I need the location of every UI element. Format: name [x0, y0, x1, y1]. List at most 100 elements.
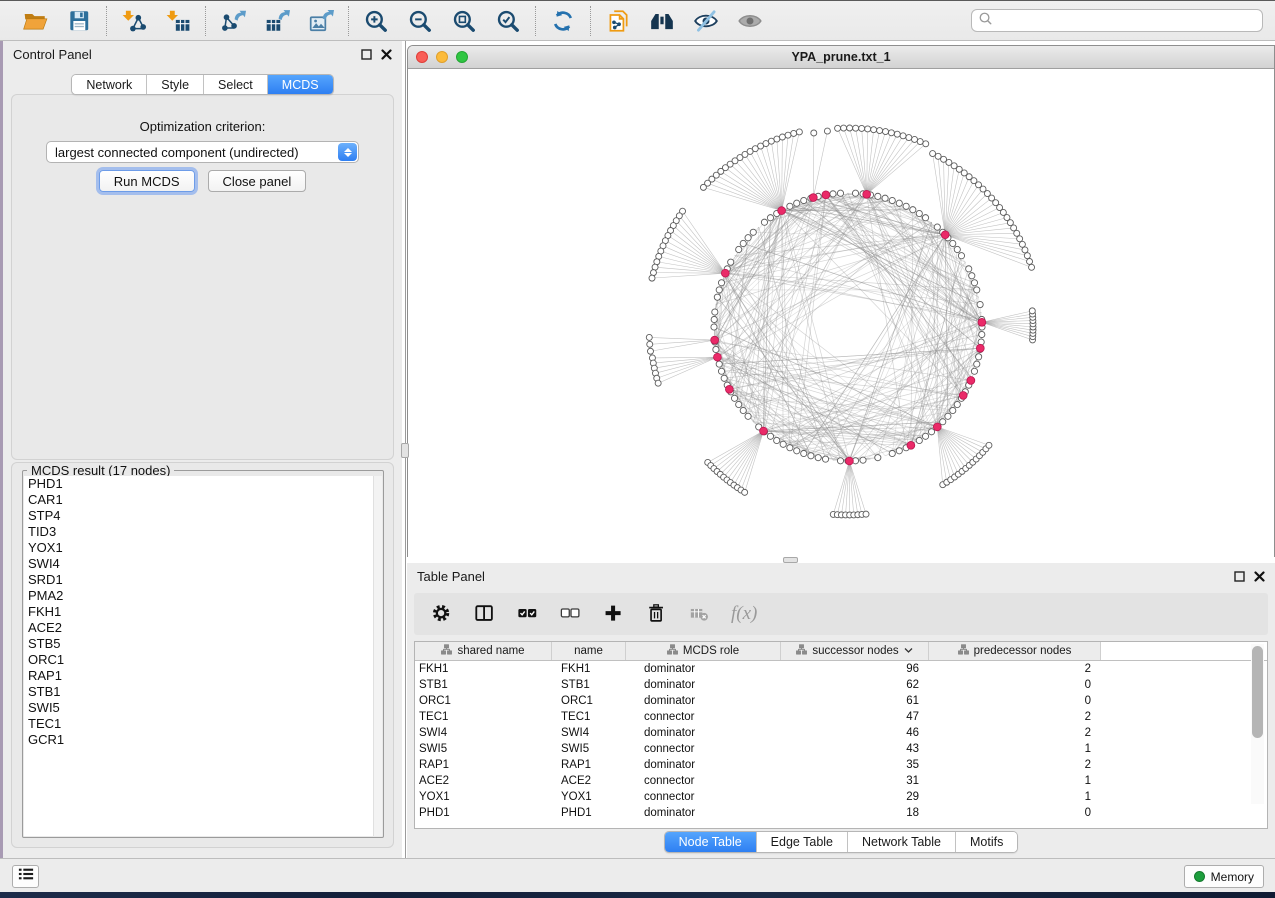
search-network-icon[interactable] [648, 7, 676, 35]
table-row[interactable]: TEC1TEC1connector472 [415, 709, 1267, 725]
save-icon[interactable] [65, 7, 93, 35]
export-table-icon[interactable] [263, 7, 291, 35]
zoom-selected-icon[interactable] [494, 7, 522, 35]
cell-predecessor-nodes: 2 [929, 663, 1101, 675]
result-node[interactable]: PMA2 [24, 588, 382, 604]
table-row[interactable]: ACE2ACE2connector311 [415, 773, 1267, 789]
task-history-button[interactable] [12, 865, 39, 888]
cell-shared-name: ORC1 [415, 695, 552, 707]
close-panel-icon[interactable] [1254, 571, 1265, 582]
status-bar: Memory [0, 858, 1275, 892]
result-node[interactable]: ORC1 [24, 652, 382, 668]
network-column-icon [796, 644, 807, 658]
cell-MCDS-role: connector [626, 791, 781, 803]
table-row[interactable]: FKH1FKH1dominator962 [415, 661, 1267, 677]
column-header-shared-name[interactable]: shared name [415, 642, 552, 660]
result-node[interactable]: FKH1 [24, 604, 382, 620]
tab-node-table[interactable]: Node Table [665, 832, 757, 852]
hide-selected-icon[interactable] [692, 7, 720, 35]
mcds-result-list[interactable]: PHD1CAR1STP4TID3YOX1SWI4SRD1PMA2FKH1ACE2… [24, 476, 382, 836]
result-node[interactable]: CAR1 [24, 492, 382, 508]
zoom-in-icon[interactable] [362, 7, 390, 35]
table-row[interactable]: YOX1YOX1connector291 [415, 789, 1267, 805]
close-panel-icon[interactable] [381, 49, 392, 60]
search-icon [978, 11, 993, 31]
table-row[interactable]: STB1STB1dominator620 [415, 677, 1267, 693]
tab-motifs[interactable]: Motifs [956, 832, 1017, 852]
close-panel-button[interactable]: Close panel [208, 170, 307, 192]
tab-edge-table[interactable]: Edge Table [757, 832, 848, 852]
import-network-icon[interactable] [120, 7, 148, 35]
export-network-icon[interactable] [219, 7, 247, 35]
optimization-criterion-select[interactable]: largest connected component (undirected) [46, 141, 359, 163]
memory-button[interactable]: Memory [1184, 865, 1264, 888]
table-row[interactable]: RAP1RAP1dominator352 [415, 757, 1267, 773]
zoom-out-icon[interactable] [406, 7, 434, 35]
cell-successor-nodes: 43 [781, 743, 929, 755]
table-row[interactable]: SWI4SWI4dominator462 [415, 725, 1267, 741]
splitter-grip[interactable] [401, 443, 409, 458]
cell-successor-nodes: 47 [781, 711, 929, 723]
table-row[interactable]: ORC1ORC1dominator610 [415, 693, 1267, 709]
result-node[interactable]: STB5 [24, 636, 382, 652]
cell-shared-name: SWI5 [415, 743, 552, 755]
export-image-icon[interactable] [307, 7, 335, 35]
result-node[interactable]: SWI4 [24, 556, 382, 572]
import-table-icon[interactable] [164, 7, 192, 35]
search-input[interactable] [997, 14, 1256, 28]
network-window-titlebar[interactable]: YPA_prune.txt_1 [408, 46, 1274, 69]
cell-MCDS-role: dominator [626, 807, 781, 819]
run-mcds-button[interactable]: Run MCDS [99, 170, 195, 192]
column-header-name[interactable]: name [552, 642, 626, 660]
result-node[interactable]: GCR1 [24, 732, 382, 748]
result-node[interactable]: SWI5 [24, 700, 382, 716]
zoom-fit-icon[interactable] [450, 7, 478, 35]
column-header-successor-nodes[interactable]: successor nodes [781, 642, 929, 660]
result-node[interactable]: PHD1 [24, 476, 382, 492]
cell-predecessor-nodes: 1 [929, 791, 1101, 803]
result-node[interactable]: STP4 [24, 508, 382, 524]
open-folder-icon[interactable] [21, 7, 49, 35]
result-node[interactable]: RAP1 [24, 668, 382, 684]
mcds-result-card: MCDS result (17 nodes) PHD1CAR1STP4TID3Y… [11, 462, 394, 848]
result-node[interactable]: STB1 [24, 684, 382, 700]
result-node[interactable]: SRD1 [24, 572, 382, 588]
search-box[interactable] [971, 9, 1263, 32]
add-column-icon[interactable] [602, 602, 626, 626]
result-node[interactable]: YOX1 [24, 540, 382, 556]
split-columns-icon[interactable] [473, 602, 497, 626]
float-panel-icon[interactable] [361, 49, 372, 60]
table-scrollbar[interactable] [1251, 644, 1264, 804]
column-header-MCDS-role[interactable]: MCDS role [626, 642, 781, 660]
table-row[interactable]: PHD1PHD1dominator180 [415, 805, 1267, 821]
result-node[interactable]: TID3 [24, 524, 382, 540]
scrollbar-thumb[interactable] [1252, 646, 1263, 738]
cell-shared-name: SWI4 [415, 727, 552, 739]
cell-shared-name: STB1 [415, 679, 552, 691]
optimization-criterion-label: Optimization criterion: [12, 119, 393, 134]
cell-predecessor-nodes: 2 [929, 727, 1101, 739]
delete-column-icon[interactable] [645, 602, 669, 626]
tab-style[interactable]: Style [147, 75, 204, 94]
result-list-scrollbar[interactable] [373, 476, 382, 836]
tab-network[interactable]: Network [72, 75, 147, 94]
tab-network-table[interactable]: Network Table [848, 832, 956, 852]
cell-successor-nodes: 31 [781, 775, 929, 787]
new-network-from-selection-icon[interactable] [604, 7, 632, 35]
select-all-icon[interactable] [516, 602, 540, 626]
table-row[interactable]: SWI5SWI5connector431 [415, 741, 1267, 757]
tab-select[interactable]: Select [204, 75, 268, 94]
column-header-predecessor-nodes[interactable]: predecessor nodes [929, 642, 1101, 660]
delete-table-icon [688, 602, 712, 626]
gear-icon[interactable] [430, 602, 454, 626]
result-node[interactable]: TEC1 [24, 716, 382, 732]
table-body: FKH1FKH1dominator962STB1STB1dominator620… [415, 661, 1267, 821]
desktop-edge [0, 892, 1275, 898]
network-graph[interactable] [408, 69, 1274, 557]
float-panel-icon[interactable] [1234, 571, 1245, 582]
deselect-all-icon[interactable] [559, 602, 583, 626]
refresh-icon[interactable] [549, 7, 577, 35]
network-canvas[interactable] [408, 69, 1274, 557]
tab-mcds[interactable]: MCDS [268, 75, 333, 94]
result-node[interactable]: ACE2 [24, 620, 382, 636]
